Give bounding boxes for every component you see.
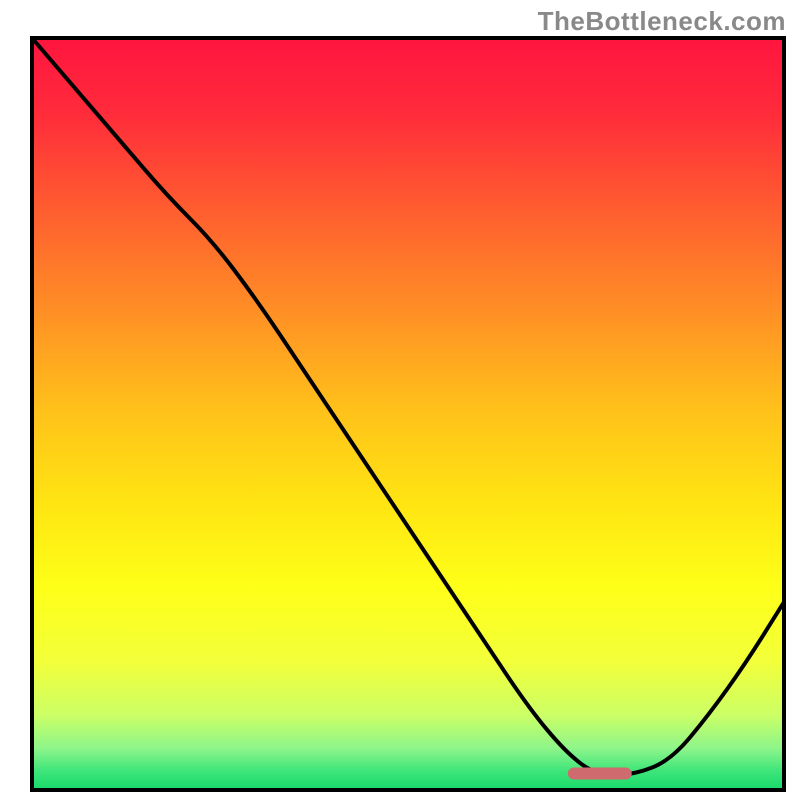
optimal-marker <box>568 767 632 779</box>
watermark-text: TheBottleneck.com <box>538 6 786 37</box>
plot-gradient-bg <box>32 38 784 790</box>
chart-frame: TheBottleneck.com <box>0 0 800 800</box>
bottleneck-chart <box>0 0 800 800</box>
